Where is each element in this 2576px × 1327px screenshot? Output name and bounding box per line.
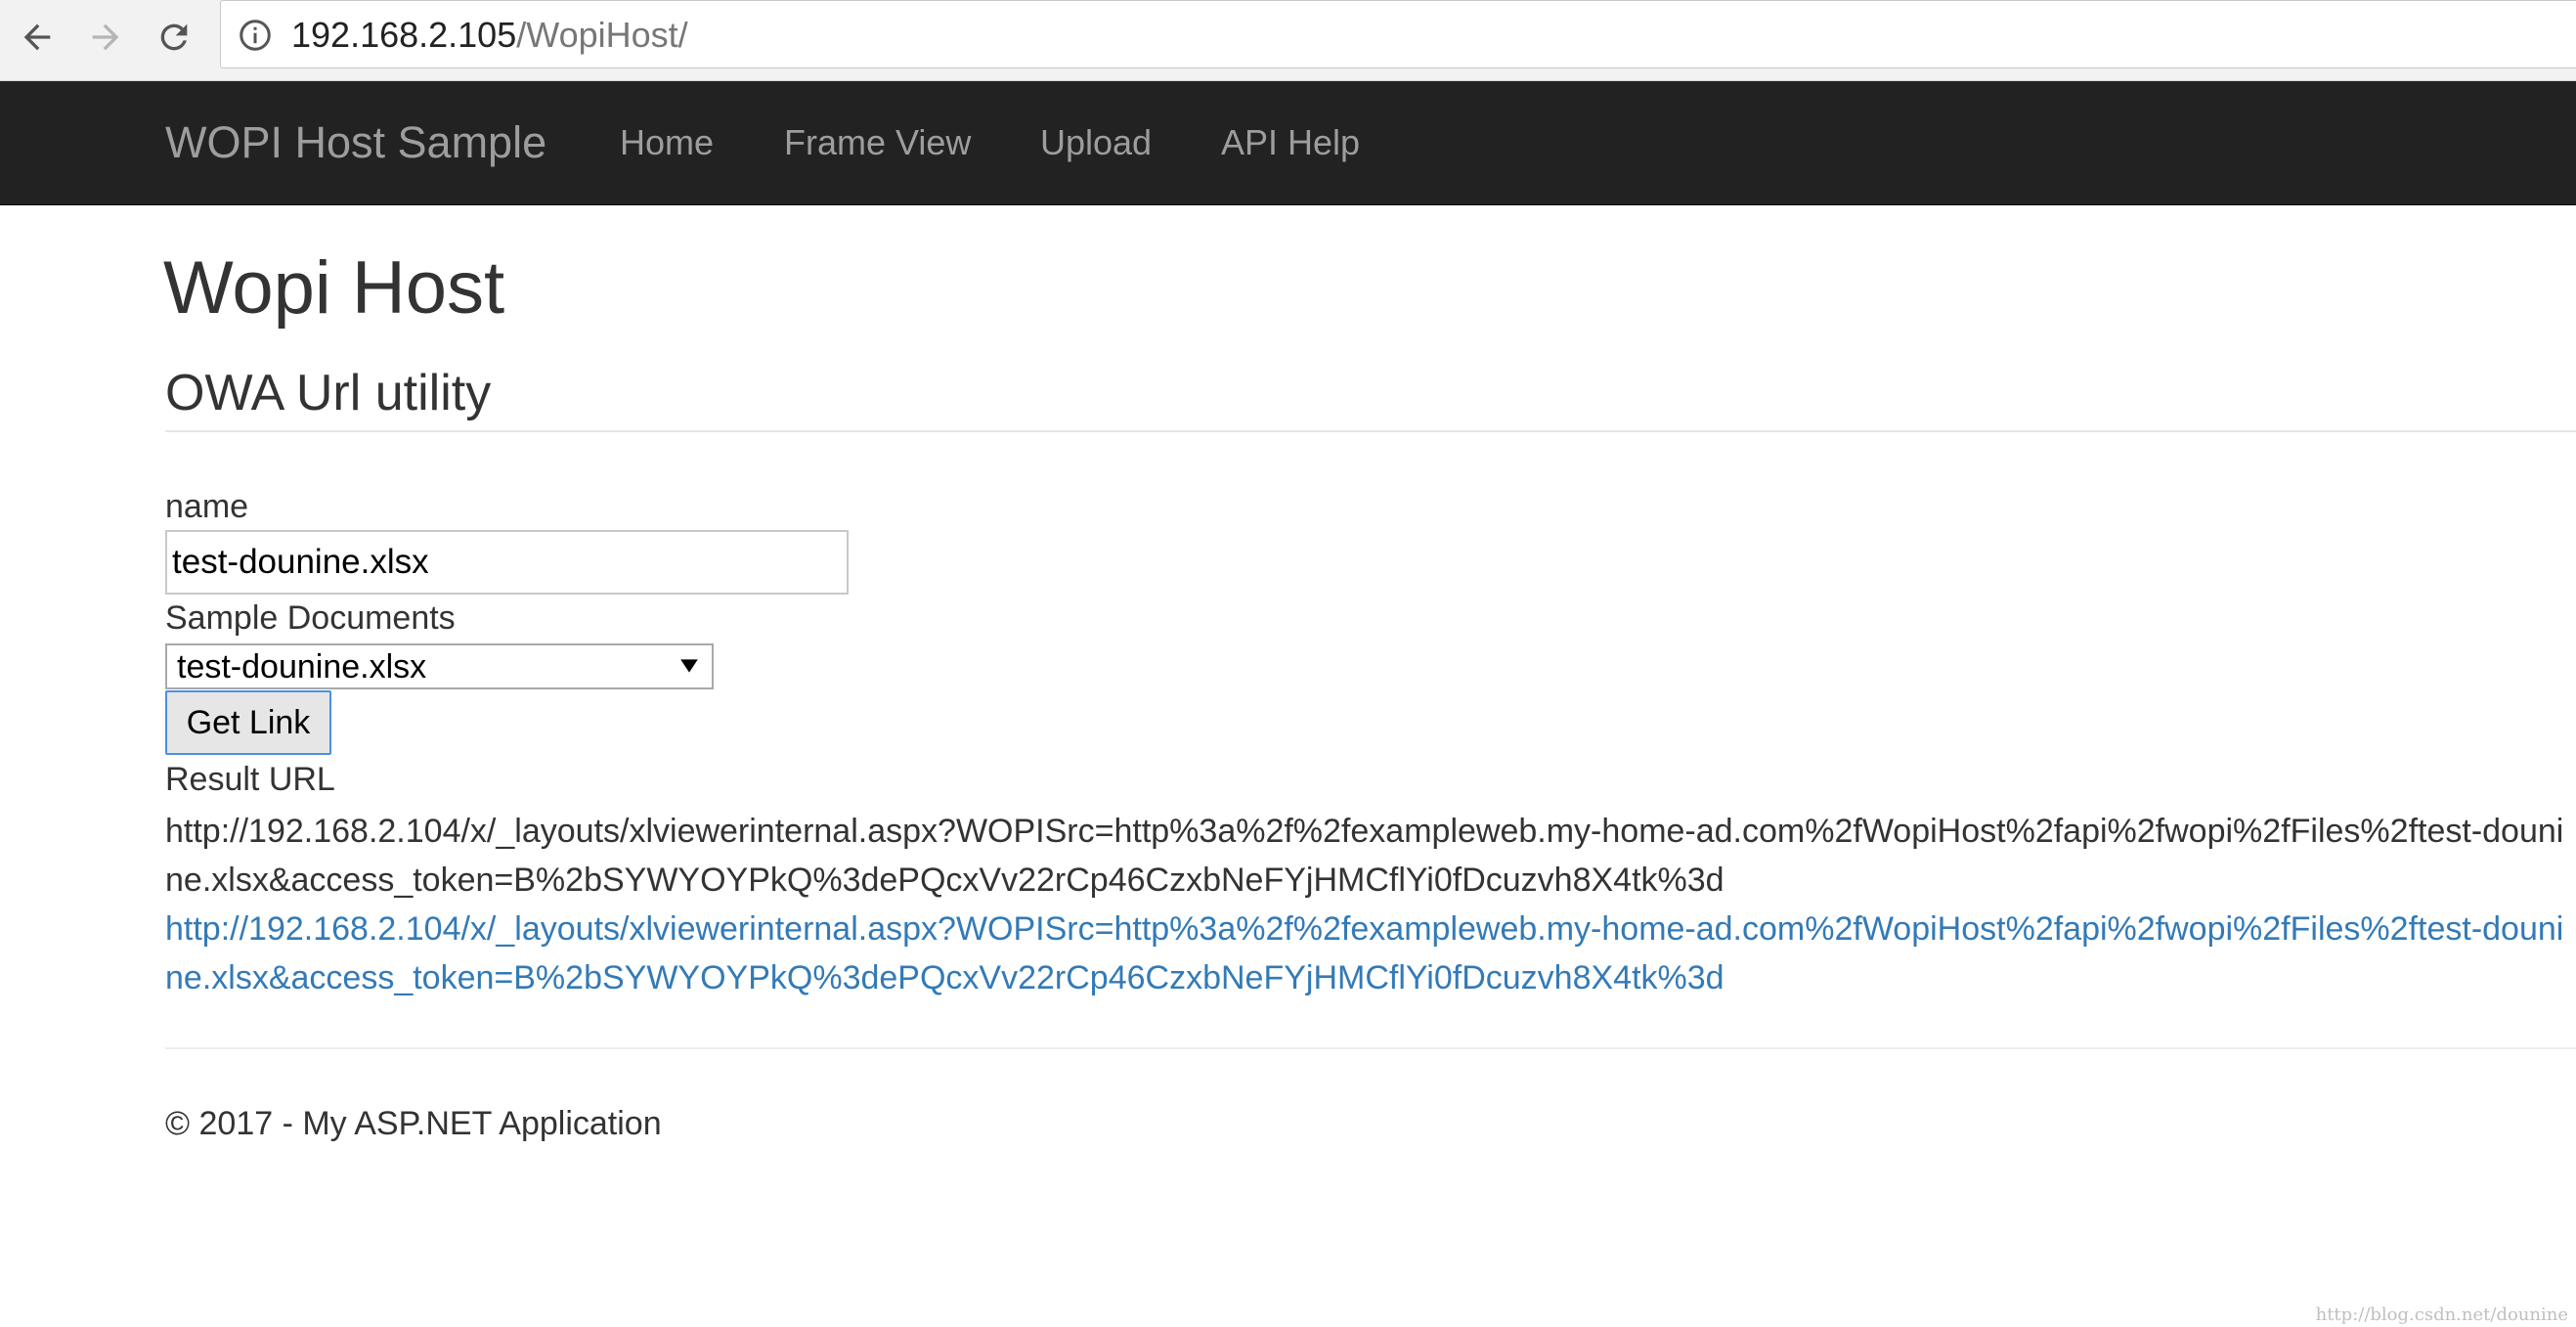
result-url-link[interactable]: http://192.168.2.104/x/_layouts/xlviewer… xyxy=(165,905,2570,1002)
arrow-left-icon xyxy=(23,23,51,51)
get-link-button[interactable]: Get Link xyxy=(165,690,331,755)
sample-documents-select[interactable]: test-dounine.xlsx xyxy=(165,643,714,689)
nav-link-api-help[interactable]: API Help xyxy=(1221,121,1360,164)
header-divider xyxy=(165,430,2576,432)
name-label: name xyxy=(165,488,249,525)
url-path: /WopiHost/ xyxy=(516,15,688,55)
brand-link[interactable]: WOPI Host Sample xyxy=(165,117,546,168)
nav-link-upload[interactable]: Upload xyxy=(1040,121,1152,164)
address-bar[interactable]: 192.168.2.105/WopiHost/ xyxy=(220,0,2576,68)
sample-documents-label: Sample Documents xyxy=(165,599,456,637)
result-url-text: http://192.168.2.104/x/_layouts/xlviewer… xyxy=(165,813,2564,899)
nav-link-frame-view[interactable]: Frame View xyxy=(784,121,971,164)
back-button[interactable] xyxy=(10,10,65,65)
arrow-right-icon xyxy=(92,23,119,51)
reload-button[interactable] xyxy=(147,10,201,65)
reload-icon xyxy=(160,23,188,51)
nav-link-home[interactable]: Home xyxy=(620,121,714,164)
footer-copyright: © 2017 - My ASP.NET Application xyxy=(165,1105,662,1142)
result-url-label: Result URL xyxy=(165,761,335,798)
watermark: http://blog.csdn.net/dounine xyxy=(2315,1305,2568,1325)
info-circle-icon[interactable] xyxy=(238,18,273,53)
sample-documents-selected: test-dounine.xlsx xyxy=(177,648,427,686)
forward-button[interactable] xyxy=(78,10,133,65)
browser-toolbar: 192.168.2.105/WopiHost/ xyxy=(0,0,2576,81)
footer-divider xyxy=(165,1047,2576,1049)
address-url[interactable]: 192.168.2.105/WopiHost/ xyxy=(291,13,688,58)
url-host: 192.168.2.105 xyxy=(291,15,517,55)
page-title: Wopi Host xyxy=(163,246,505,330)
name-input[interactable] xyxy=(165,530,849,595)
chevron-down-icon xyxy=(680,659,698,673)
site-navbar: WOPI Host Sample Home Frame View Upload … xyxy=(0,81,2576,205)
page-subtitle: OWA Url utility xyxy=(165,365,492,421)
